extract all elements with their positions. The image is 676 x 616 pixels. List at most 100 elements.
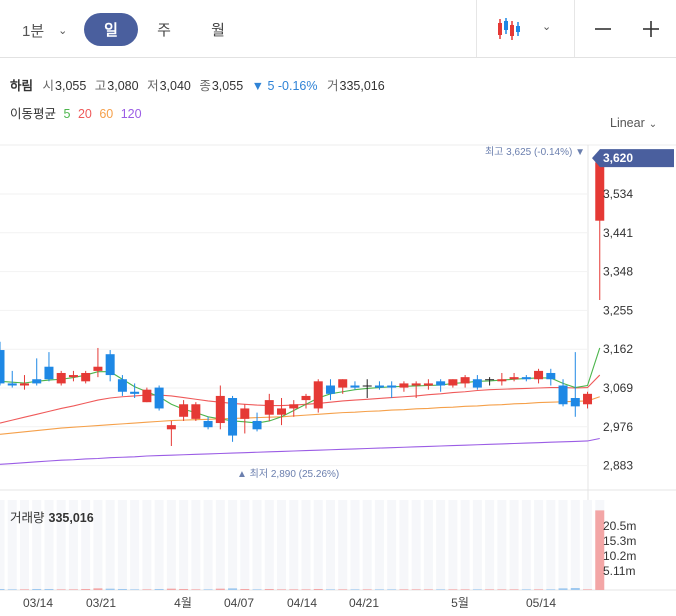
ma5-line bbox=[0, 347, 601, 424]
candle-body bbox=[558, 385, 568, 405]
volume-bar bbox=[436, 589, 446, 590]
candle-body bbox=[252, 420, 262, 430]
volume-bar bbox=[570, 588, 580, 590]
x-tick-label: 05/14 bbox=[526, 596, 556, 610]
volume-bg-bar bbox=[93, 500, 103, 590]
current-price-label: 3,620 bbox=[603, 151, 633, 165]
volume-bar bbox=[374, 589, 384, 590]
volume-bar bbox=[203, 589, 213, 590]
candle-body bbox=[56, 372, 66, 384]
volume-bar bbox=[117, 589, 127, 590]
volume-bg-bar bbox=[350, 500, 360, 590]
volume-bar bbox=[423, 589, 433, 590]
candle-body bbox=[7, 383, 17, 386]
volume-bar bbox=[534, 589, 544, 590]
price-chart[interactable]: 3,534 3,441 3,348 3,255 3,162 3,069 2,976 2,883… bbox=[0, 0, 676, 616]
volume-bar bbox=[215, 588, 225, 590]
volume-bg-bar bbox=[289, 500, 299, 590]
candle-body bbox=[411, 383, 421, 386]
x-tick-label: 04/07 bbox=[224, 596, 254, 610]
volume-bar bbox=[460, 589, 470, 590]
volume-bg-bar bbox=[509, 500, 519, 590]
candle-body bbox=[497, 379, 507, 382]
volume-bar bbox=[277, 589, 287, 590]
y-tick-label: 3,534 bbox=[603, 187, 633, 201]
candle-body bbox=[93, 366, 103, 371]
volume-bar bbox=[362, 589, 372, 590]
candle-body bbox=[142, 389, 152, 403]
y-tick-label: 3,162 bbox=[603, 342, 633, 356]
volume-bg-bar bbox=[338, 500, 348, 590]
volume-bar bbox=[264, 589, 274, 590]
volume-tick-label: 5.11m bbox=[603, 564, 635, 578]
y-tick-label: 3,069 bbox=[603, 381, 633, 395]
volume-tick-label: 15.3m bbox=[603, 534, 636, 548]
candle-body bbox=[19, 383, 29, 386]
candle-body bbox=[105, 354, 115, 376]
candle-body bbox=[387, 385, 397, 388]
volume-bar bbox=[399, 589, 409, 590]
volume-tick-label: 20.5m bbox=[603, 519, 636, 533]
candle-body bbox=[191, 404, 201, 419]
candle-body bbox=[179, 404, 189, 417]
candle-body bbox=[313, 381, 323, 409]
volume-bar bbox=[166, 588, 176, 590]
volume-bg-bar bbox=[411, 500, 421, 590]
y-tick-label: 2,976 bbox=[603, 420, 633, 434]
y-tick-label: 2,883 bbox=[603, 459, 633, 473]
candle-body bbox=[228, 398, 238, 436]
volume-amount: 335,016 bbox=[48, 511, 94, 525]
candle-body bbox=[460, 377, 470, 384]
volume-bar bbox=[130, 589, 140, 590]
candle-body bbox=[570, 398, 580, 407]
volume-bar bbox=[338, 589, 348, 590]
volume-bar bbox=[93, 588, 103, 590]
volume-bar bbox=[350, 589, 360, 590]
y-tick-label: 3,255 bbox=[603, 303, 633, 317]
candle-body bbox=[362, 385, 372, 387]
volume-bg-bar bbox=[105, 500, 115, 590]
candle-body bbox=[472, 379, 482, 388]
candle-body bbox=[423, 383, 433, 386]
volume-bg-bar bbox=[264, 500, 274, 590]
volume-bar bbox=[448, 589, 458, 590]
volume-bg-bar bbox=[313, 500, 323, 590]
volume-bar bbox=[32, 589, 42, 590]
volume-bg-bar bbox=[117, 500, 127, 590]
volume-bar bbox=[485, 589, 495, 590]
candle-body bbox=[240, 408, 250, 419]
candle-body bbox=[583, 393, 593, 405]
volume-bg-bar bbox=[497, 500, 507, 590]
volume-bar bbox=[546, 589, 556, 590]
volume-bg-bar bbox=[301, 500, 311, 590]
volume-bar bbox=[81, 589, 91, 590]
volume-bg-bar bbox=[228, 500, 238, 590]
candle-body bbox=[68, 375, 78, 378]
volume-bar bbox=[289, 589, 299, 590]
volume-bar bbox=[521, 589, 531, 590]
volume-bg-bar bbox=[142, 500, 152, 590]
volume-bg-bar bbox=[325, 500, 335, 590]
candle-body bbox=[485, 379, 495, 381]
candle-body bbox=[338, 379, 348, 388]
volume-bar bbox=[0, 589, 5, 590]
volume-bar bbox=[191, 589, 201, 590]
candle-body bbox=[534, 370, 544, 380]
candle-body bbox=[81, 372, 91, 382]
candle-body bbox=[166, 425, 176, 430]
volume-bar bbox=[301, 589, 311, 590]
volume-bar bbox=[313, 589, 323, 590]
volume-bg-bar bbox=[154, 500, 164, 590]
candle-body bbox=[399, 383, 409, 388]
candle-body bbox=[301, 395, 311, 401]
volume-bar bbox=[411, 589, 421, 590]
x-tick-label: 04/14 bbox=[287, 596, 317, 610]
volume-bar bbox=[583, 589, 593, 590]
volume-bar bbox=[228, 588, 238, 590]
candle-body bbox=[32, 379, 42, 384]
candle-body bbox=[350, 385, 360, 388]
volume-bar bbox=[44, 589, 54, 590]
candle-body bbox=[117, 379, 127, 392]
x-tick-label: 03/14 bbox=[23, 596, 53, 610]
volume-bar bbox=[7, 589, 17, 590]
